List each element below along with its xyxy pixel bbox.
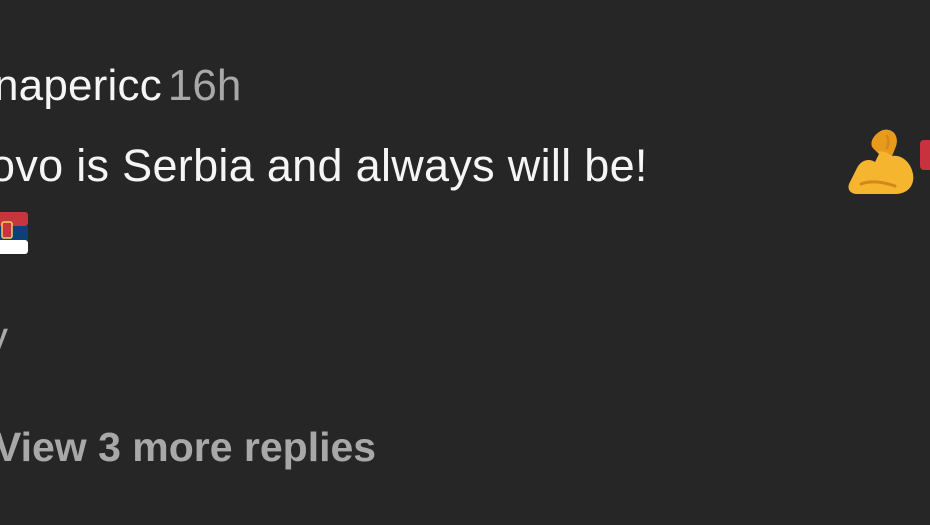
comment-thread: napericc 16h ovo is Serbia and always wil… — [0, 0, 930, 525]
flexed-biceps-icon — [848, 129, 914, 194]
comment-timestamp: 16h — [167, 61, 242, 110]
comment-username[interactable]: napericc — [0, 61, 162, 110]
reply-button[interactable]: y — [0, 310, 8, 366]
serbia-flag-icon — [0, 212, 28, 254]
comment-header: napericc 16h — [0, 58, 241, 114]
view-more-replies-button[interactable]: View 3 more replies — [0, 421, 376, 473]
serbia-flag-icon-partial — [920, 140, 930, 170]
comment-text: ovo is Serbia and always will be! — [0, 140, 648, 191]
